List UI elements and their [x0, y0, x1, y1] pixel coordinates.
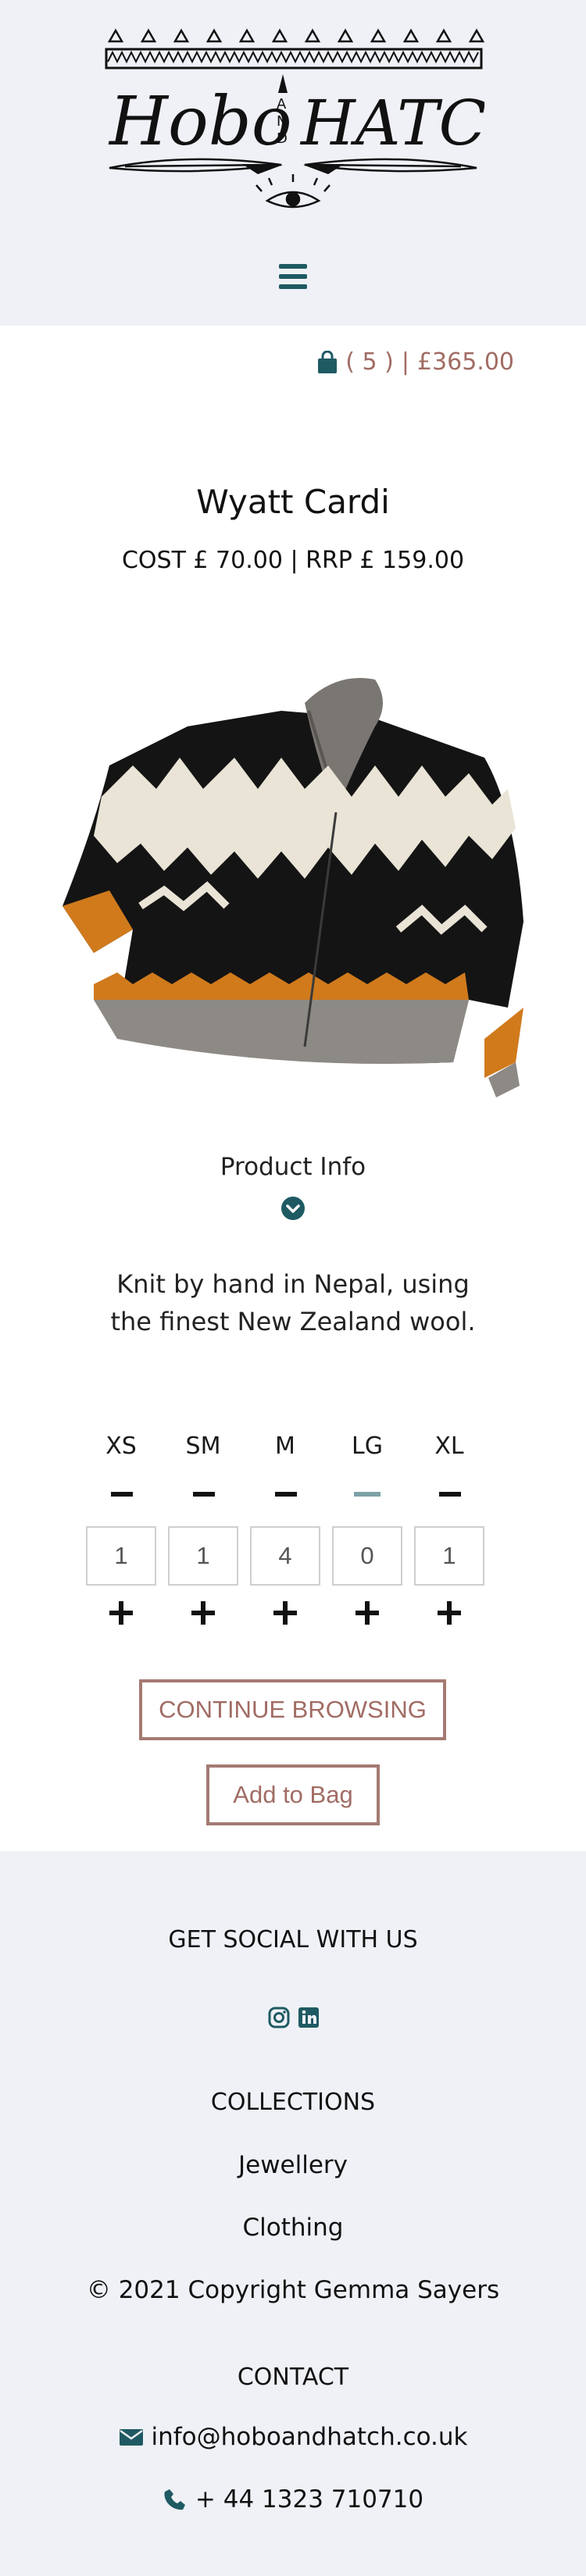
size-column: XL 1 — [414, 1431, 484, 1634]
linkedin-icon[interactable] — [297, 2006, 320, 2029]
cart-total: £365.00 — [416, 348, 514, 376]
size-label: M — [275, 1432, 295, 1460]
product-title: Wyatt Cardi — [196, 483, 390, 521]
footer-link-jewellery[interactable]: Jewellery — [0, 2151, 586, 2179]
increment-button[interactable] — [191, 1601, 215, 1625]
increment-button[interactable] — [109, 1601, 133, 1625]
collections-heading: COLLECTIONS — [210, 2089, 376, 2116]
cart-summary[interactable]: ( 5 ) | £365.00 — [317, 348, 514, 376]
product-description: Knit by hand in Nepal, using the finest … — [110, 1269, 476, 1336]
decrement-button[interactable] — [439, 1492, 461, 1497]
size-label: SM — [185, 1432, 221, 1460]
cart-count: ( 5 ) — [345, 348, 394, 376]
instagram-icon[interactable] — [267, 2006, 291, 2029]
quantity-input[interactable]: 1 — [168, 1526, 238, 1586]
svg-text:Hobo: Hobo — [108, 83, 292, 161]
quantity-input[interactable]: 4 — [250, 1526, 320, 1586]
cart-separator: | — [401, 348, 409, 376]
menu-hamburger-icon[interactable] — [279, 264, 307, 289]
product-image — [63, 678, 523, 1097]
size-column: M 4 — [250, 1431, 320, 1634]
increment-button[interactable] — [438, 1601, 461, 1625]
menu-bar — [279, 274, 307, 279]
email-link[interactable]: info@hoboandhatch.co.uk — [152, 2423, 468, 2451]
envelope-icon — [119, 2429, 143, 2446]
continue-browsing-button[interactable]: CONTINUE BROWSING — [139, 1679, 446, 1740]
social-links — [267, 2006, 320, 2029]
decrement-button[interactable] — [354, 1492, 381, 1497]
site-footer: GET SOCIAL WITH US COLLECTIONS Jewellery… — [0, 1851, 586, 2576]
increment-button[interactable] — [356, 1601, 379, 1625]
chevron-down-icon[interactable] — [280, 1196, 306, 1221]
shopping-bag-icon — [318, 350, 338, 373]
size-label: LG — [352, 1432, 383, 1460]
contact-heading: CONTACT — [237, 2364, 349, 2391]
quantity-input[interactable]: 1 — [86, 1526, 156, 1586]
size-column: SM 1 — [168, 1431, 238, 1634]
product-info-toggle-label: Product Info — [220, 1153, 366, 1181]
increment-button[interactable] — [273, 1601, 297, 1625]
size-label: XL — [434, 1432, 464, 1460]
decrement-button[interactable] — [193, 1492, 215, 1497]
social-heading: GET SOCIAL WITH US — [168, 1926, 418, 1953]
phone-icon — [164, 2489, 185, 2510]
menu-bar — [279, 264, 307, 269]
quantity-input[interactable]: 1 — [414, 1526, 484, 1586]
site-header: Hobo A N D HATCH — [0, 0, 586, 326]
contact-email[interactable]: info@hoboandhatch.co.uk — [0, 2423, 586, 2451]
size-quantity-selector: XS 1 SM 1 M 4 LG 0 XL 1 — [86, 1431, 500, 1634]
svg-text:N: N — [277, 113, 287, 130]
svg-text:D: D — [277, 130, 288, 147]
decrement-button[interactable] — [111, 1492, 133, 1497]
phone-link[interactable]: + 44 1323 710710 — [195, 2485, 423, 2514]
size-column: LG 0 — [332, 1431, 402, 1634]
svg-text:A: A — [277, 96, 287, 112]
menu-bar — [279, 284, 307, 289]
add-to-bag-button[interactable]: Add to Bag — [206, 1764, 380, 1825]
quantity-input[interactable]: 0 — [332, 1526, 402, 1586]
size-column: XS 1 — [86, 1431, 156, 1634]
decrement-button[interactable] — [275, 1492, 297, 1497]
svg-text:HATCH: HATCH — [299, 87, 484, 159]
size-label: XS — [105, 1432, 137, 1460]
contact-phone[interactable]: + 44 1323 710710 — [0, 2485, 586, 2514]
footer-link-clothing[interactable]: Clothing — [0, 2214, 586, 2242]
product-price: COST £ 70.00 | RRP £ 159.00 — [121, 547, 465, 574]
brand-logo[interactable]: Hobo A N D HATCH — [102, 27, 484, 224]
copyright-text: © 2021 Copyright Gemma Sayers — [86, 2276, 500, 2304]
